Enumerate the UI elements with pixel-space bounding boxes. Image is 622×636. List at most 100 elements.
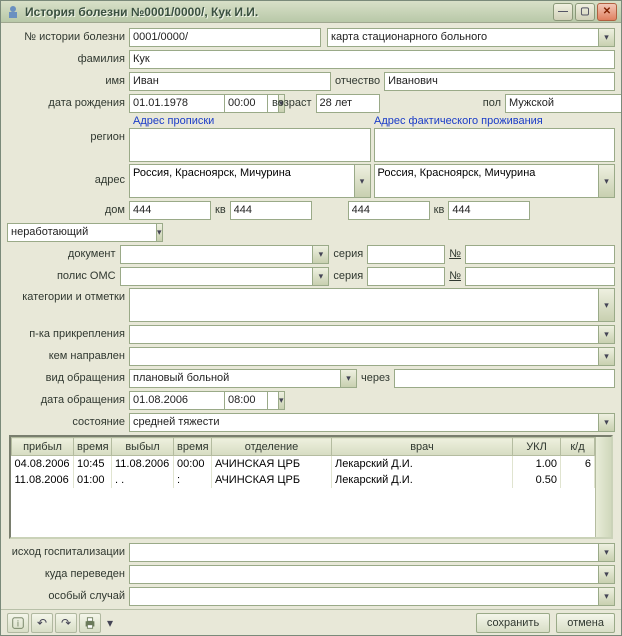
table-row: 11.08.2006 01:00 . . : АЧИНСКАЯ ЦРБ Лека… — [12, 472, 595, 488]
policy-series-label: серия — [329, 270, 367, 282]
categories-label: категории и отметки — [7, 288, 129, 322]
visit-type-dropdown-icon[interactable] — [340, 369, 357, 388]
visit-type-input[interactable] — [129, 369, 340, 388]
save-button[interactable]: сохранить — [476, 613, 550, 633]
flat2-input[interactable] — [448, 201, 530, 220]
col-ukl[interactable]: УКЛ — [513, 438, 561, 456]
print-button[interactable] — [79, 613, 101, 633]
address2-dropdown-icon[interactable] — [598, 164, 615, 198]
sex-label: пол — [479, 97, 505, 109]
doc-number-input[interactable] — [465, 245, 615, 264]
house-label: дом — [7, 204, 129, 216]
patronymic-label: отчество — [331, 75, 384, 87]
region1-textarea[interactable] — [129, 128, 371, 162]
visit-date-label: дата обращения — [7, 394, 129, 406]
policy-number-label: № — [445, 270, 465, 282]
col-ltime[interactable]: время — [174, 438, 212, 456]
policy-number-input[interactable] — [465, 267, 615, 286]
document-dropdown-icon[interactable] — [312, 245, 329, 264]
region2-textarea[interactable] — [374, 128, 616, 162]
fact-address-link[interactable]: Адрес фактического проживания — [374, 115, 543, 127]
outcome-label: исход госпитализации — [7, 546, 129, 558]
social-status-dropdown-icon[interactable] — [156, 223, 163, 242]
via-label: через — [357, 372, 394, 384]
special-dropdown-icon[interactable] — [598, 587, 615, 606]
card-type-input[interactable] — [327, 28, 598, 47]
flat1-label: кв — [211, 204, 230, 216]
age-label: возраст — [268, 97, 316, 109]
policy-series-input[interactable] — [367, 267, 445, 286]
app-icon — [5, 4, 21, 20]
document-input[interactable] — [120, 245, 313, 264]
history-no-input[interactable] — [129, 28, 321, 47]
card-type-dropdown-icon[interactable] — [598, 28, 615, 47]
surname-label: фамилия — [7, 53, 129, 65]
social-status-input[interactable] — [7, 223, 156, 242]
table-row: 04.08.2006 10:45 11.08.2006 00:00 АЧИНСК… — [12, 456, 595, 472]
clinic-dropdown-icon[interactable] — [598, 325, 615, 344]
doc-number-label: № — [445, 248, 465, 260]
movements-grid[interactable]: прибыл время выбыл время отделение врач … — [9, 435, 613, 539]
patronymic-input[interactable] — [384, 72, 615, 91]
clinic-input[interactable] — [129, 325, 598, 344]
col-kd[interactable]: к/д — [561, 438, 595, 456]
address2-textarea[interactable]: Россия, Красноярск, Мичурина — [374, 164, 599, 198]
maximize-button[interactable]: ▢ — [575, 3, 595, 21]
outcome-dropdown-icon[interactable] — [598, 543, 615, 562]
house1-input[interactable] — [129, 201, 211, 220]
window-title: История болезни №0001/0000/, Кук И.И. — [25, 5, 551, 19]
col-left[interactable]: выбыл — [112, 438, 174, 456]
grid-scrollbar[interactable] — [595, 437, 611, 537]
name-label: имя — [7, 75, 129, 87]
surname-input[interactable] — [129, 50, 615, 69]
col-doctor[interactable]: врач — [332, 438, 513, 456]
undo-button[interactable]: ↶ — [31, 613, 53, 633]
condition-dropdown-icon[interactable] — [598, 413, 615, 432]
condition-label: состояние — [7, 416, 129, 428]
col-atime[interactable]: время — [74, 438, 112, 456]
transferred-label: куда переведен — [7, 568, 129, 580]
name-input[interactable] — [129, 72, 331, 91]
policy-input[interactable] — [120, 267, 313, 286]
categories-textarea[interactable] — [129, 288, 598, 322]
doc-series-label: серия — [329, 248, 367, 260]
minimize-button[interactable]: — — [553, 3, 573, 21]
dob-label: дата рождения — [7, 97, 129, 109]
address1-textarea[interactable]: Россия, Красноярск, Мичурина — [129, 164, 354, 198]
transferred-input[interactable] — [129, 565, 598, 584]
referred-dropdown-icon[interactable] — [598, 347, 615, 366]
close-button[interactable]: ✕ — [597, 3, 617, 21]
doc-series-input[interactable] — [367, 245, 445, 264]
flat1-input[interactable] — [230, 201, 312, 220]
via-input[interactable] — [394, 369, 615, 388]
history-no-label: № истории болезни — [7, 31, 129, 43]
categories-dropdown-icon[interactable] — [598, 288, 615, 322]
reg-address-link[interactable]: Адрес прописки — [133, 115, 214, 127]
document-label: документ — [7, 248, 120, 260]
visit-type-label: вид обращения — [7, 372, 129, 384]
referred-label: кем направлен — [7, 350, 129, 362]
referred-input[interactable] — [129, 347, 598, 366]
special-label: особый случай — [7, 590, 129, 602]
policy-dropdown-icon[interactable] — [312, 267, 329, 286]
dob-time-input[interactable] — [224, 94, 268, 113]
titlebar: История болезни №0001/0000/, Кук И.И. — … — [1, 1, 621, 23]
visit-date-calendar-icon[interactable] — [278, 391, 285, 410]
special-input[interactable] — [129, 587, 598, 606]
transferred-dropdown-icon[interactable] — [598, 565, 615, 584]
redo-button[interactable]: ↷ — [55, 613, 77, 633]
col-arrived[interactable]: прибыл — [12, 438, 74, 456]
print-dropdown-icon[interactable]: ▾ — [103, 613, 117, 633]
sex-input[interactable] — [505, 94, 621, 113]
outcome-input[interactable] — [129, 543, 598, 562]
svg-text:i: i — [17, 618, 19, 628]
col-dept[interactable]: отделение — [212, 438, 332, 456]
condition-input[interactable] — [129, 413, 598, 432]
age-input[interactable] — [316, 94, 380, 113]
address1-dropdown-icon[interactable] — [354, 164, 371, 198]
info-button[interactable]: i — [7, 613, 29, 633]
address-label: адрес — [7, 164, 129, 198]
cancel-button[interactable]: отмена — [556, 613, 615, 633]
house2-input[interactable] — [348, 201, 430, 220]
visit-time-input[interactable] — [224, 391, 268, 410]
